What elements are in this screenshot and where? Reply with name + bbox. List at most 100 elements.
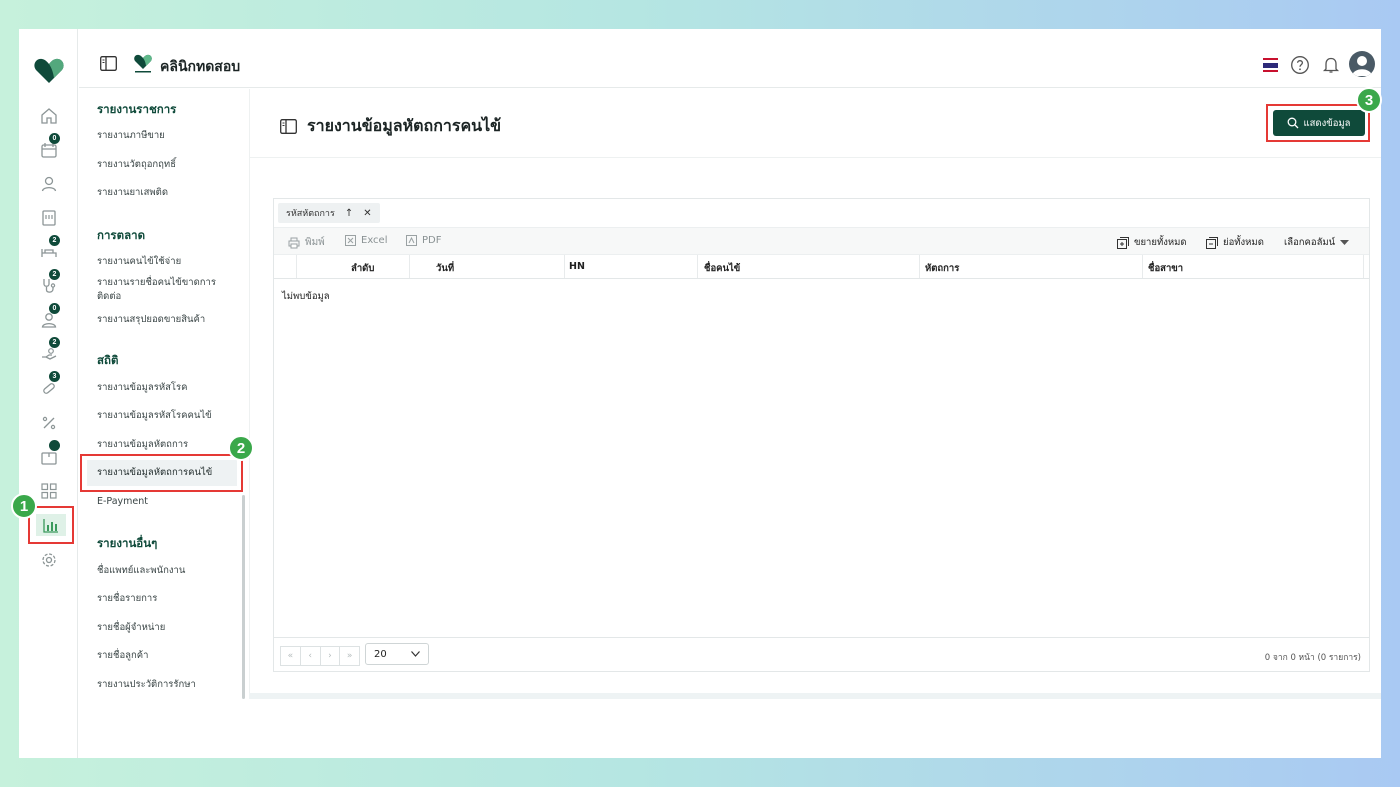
page-size-select[interactable]: 20 [365,643,429,665]
menu-item-sales-tax[interactable]: รายงานภาษีขาย [97,129,227,143]
next-page-button[interactable]: › [321,647,341,665]
printer-icon [288,237,300,248]
menu-item-lost-contact[interactable]: รายงานรายชื่อคนไข้ขาดการติดต่อ [97,276,227,304]
document-icon[interactable] [38,207,60,229]
menu-item-narcotics[interactable]: รายงานยาเสพติด [97,186,227,200]
menu-item-disease-code[interactable]: รายงานข้อมูลรหัสโรค [97,381,227,395]
menu-item-psychotropic[interactable]: รายงานวัตถุอกฤทธิ์ [97,158,227,172]
menu-item-patient-disease-code[interactable]: รายงานข้อมูลรหัสโรคคนไข้ [97,409,227,423]
pill-icon[interactable]: 3 [38,371,60,399]
choose-columns-label: เลือกคอลัมน์ [1284,237,1336,248]
page-size-value: 20 [374,648,387,660]
expand-all-label: ขยายทั้งหมด [1134,237,1187,248]
payment-badge: 2 [49,337,60,348]
pager-buttons: « ‹ › » [280,646,360,666]
pill-badge: 3 [49,371,60,382]
menu-item-procedure[interactable]: รายงานข้อมูลหัตถการ [97,438,227,452]
column-header-procedure[interactable]: หัตถการ [925,261,959,276]
stethoscope-icon[interactable]: 2 [38,269,60,297]
doctor-icon[interactable]: 0 [38,303,60,331]
help-icon[interactable] [1290,55,1310,75]
percent-icon[interactable] [38,412,60,434]
thai-flag-icon[interactable] [1263,58,1278,73]
settings-gear-icon[interactable] [38,549,60,571]
user-avatar[interactable] [1349,51,1375,77]
apps-grid-icon[interactable] [38,480,60,502]
show-data-label: แสดงข้อมูล [1303,117,1351,129]
column-header-patient-name[interactable]: ชื่อคนไข้ [704,261,740,276]
notification-bell-icon[interactable] [1321,55,1341,75]
column-separator [1363,255,1364,278]
box-icon[interactable] [38,440,60,468]
choose-columns-dropdown[interactable]: เลือกคอลัมน์ [1284,235,1350,250]
step-marker-2: 2 [228,435,254,461]
hand-payment-icon[interactable]: 2 [38,337,60,365]
first-page-button[interactable]: « [281,647,301,665]
column-header-date[interactable]: วันที่ [436,261,454,276]
empty-message: ไม่พบข้อมูล [282,291,330,302]
group-panel: รหัสหัตถการ ↑ ✕ [274,199,1369,227]
column-header-branch[interactable]: ชื่อสาขา [1148,261,1183,276]
collapse-all-label: ย่อทั้งหมด [1223,237,1264,248]
sort-arrow-up-icon[interactable]: ↑ [345,208,353,219]
print-button[interactable]: พิมพ์ [288,235,325,250]
column-separator [564,255,565,278]
menu-item-treatment-history[interactable]: รายงานประวัติการรักษา [97,678,227,692]
show-data-button[interactable]: แสดงข้อมูล [1273,110,1365,136]
data-grid: รหัสหัตถการ ↑ ✕ พิมพ์ Excel PDF ขยายทั้ง… [273,198,1370,672]
menu-section-statistics: สถิติ [97,353,119,367]
expand-icon [1117,236,1129,249]
calendar-badge: 0 [49,133,60,144]
column-separator [919,255,920,278]
column-header-hn[interactable]: HN [569,261,585,272]
menu-item-suppliers[interactable]: รายชื่อผู้จำหน่าย [97,621,227,635]
app-window: 0 2 2 0 2 3 คลินิกทดสอบ รายงานราชการ ราย… [19,29,1381,758]
panel-icon [280,119,297,134]
top-bar: คลินิกทดสอบ [79,29,1381,88]
box-badge [49,440,60,451]
menu-item-e-payment[interactable]: E-Payment [97,495,227,509]
menu-scrollbar[interactable] [242,495,245,699]
doctor-badge: 0 [49,303,60,314]
grid-toolbar: พิมพ์ Excel PDF ขยายทั้งหมด ย่อทั้งหมด เ… [274,227,1369,255]
collapse-all-button[interactable]: ย่อทั้งหมด [1206,235,1264,250]
report-menu: รายงานราชการ รายงานภาษีขาย รายงานวัตถุอก… [79,89,249,758]
sidebar-toggle-icon[interactable] [100,56,117,71]
caret-down-icon [1340,239,1350,245]
menu-item-customers[interactable]: รายชื่อลูกค้า [97,649,227,663]
group-chip[interactable]: รหัสหัตถการ ↑ ✕ [278,203,380,223]
pdf-icon [406,235,417,246]
menu-item-doctors-staff[interactable]: ชื่อแพทย์และพนักงาน [97,564,227,578]
menu-item-patient-spending[interactable]: รายงานคนไข้ใช้จ่าย [97,255,227,269]
excel-icon [345,235,356,246]
menu-item-sales-summary[interactable]: รายงานสรุปยอดขายสินค้า [97,313,227,327]
step-marker-1: 1 [11,493,37,519]
prev-page-button[interactable]: ‹ [301,647,321,665]
menu-item-item-list[interactable]: รายชื่อรายการ [97,592,227,606]
page-header: รายงานข้อมูลหัตถการคนไข้ [280,114,501,139]
print-label: พิมพ์ [305,237,325,248]
column-header-order[interactable]: ลำดับ [351,261,374,276]
menu-section-marketing: การตลาด [97,228,146,242]
bar-chart-icon[interactable] [36,514,66,536]
column-separator [409,255,410,278]
clinic-heart-logo[interactable] [34,58,64,84]
user-icon[interactable] [38,173,60,195]
content-footer-strip [249,693,1381,699]
close-icon[interactable]: ✕ [363,208,371,219]
icon-rail: 0 2 2 0 2 3 [19,29,78,758]
excel-button[interactable]: Excel [345,235,388,246]
column-separator [1142,255,1143,278]
main-content: รายงานข้อมูลหัตถการคนไข้ แสดงข้อมูล รหัส… [249,89,1381,697]
show-data-highlight: แสดงข้อมูล [1266,104,1370,142]
home-icon[interactable] [38,105,60,127]
last-page-button[interactable]: » [340,647,359,665]
expand-all-button[interactable]: ขยายทั้งหมด [1117,235,1187,250]
pdf-button[interactable]: PDF [406,235,441,246]
pager: « ‹ › » 20 0 จาก 0 หน้า (0 รายการ) [274,637,1369,671]
bed-icon[interactable]: 2 [38,235,60,263]
menu-section-government: รายงานราชการ [97,102,177,116]
calendar-icon[interactable]: 0 [38,133,60,161]
chevron-down-icon [411,651,420,657]
bed-badge: 2 [49,235,60,246]
